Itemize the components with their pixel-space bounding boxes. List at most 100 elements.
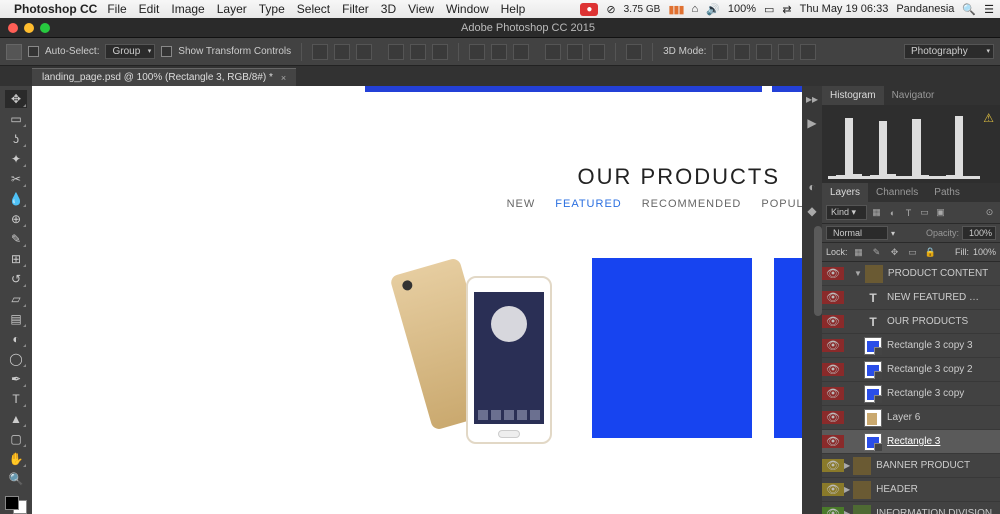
window-minimize-button[interactable] xyxy=(24,23,34,33)
group-disclosure-icon[interactable]: ▶ xyxy=(844,485,850,494)
distribute-right-button[interactable] xyxy=(589,44,605,60)
layer-row[interactable]: 👁Rectangle 3 copy xyxy=(822,382,1000,406)
align-left-edges-button[interactable] xyxy=(388,44,404,60)
fast-user-switch-icon[interactable]: ⇄ xyxy=(782,3,791,16)
3d-slide-button[interactable] xyxy=(778,44,794,60)
layer-name[interactable]: Rectangle 3 copy xyxy=(887,388,1000,399)
document-canvas[interactable]: OUR PRODUCTS NEWFEATUREDRECOMMENDEDPOPUL… xyxy=(32,86,802,514)
menu-file[interactable]: File xyxy=(107,2,126,16)
auto-select-checkbox[interactable] xyxy=(28,46,39,57)
blend-mode-select[interactable]: Normal xyxy=(826,226,888,240)
layer-visibility-toggle[interactable]: 👁 xyxy=(822,339,844,352)
3d-orbit-button[interactable] xyxy=(712,44,728,60)
layer-row[interactable]: 👁▶HEADER xyxy=(822,478,1000,502)
rectangle-tool[interactable]: ▢ xyxy=(5,430,27,448)
layer-row[interactable]: 👁TNEW FEATURED … xyxy=(822,286,1000,310)
histogram-cache-warning-icon[interactable]: ⚠ xyxy=(983,111,994,125)
menu-window[interactable]: Window xyxy=(446,2,489,16)
pen-tool[interactable]: ✒ xyxy=(5,370,27,388)
window-zoom-button[interactable] xyxy=(40,23,50,33)
workspace-switcher[interactable]: Photography xyxy=(904,44,994,59)
menu-type[interactable]: Type xyxy=(259,2,285,16)
layer-visibility-toggle[interactable]: 👁 xyxy=(822,483,844,496)
path-selection-tool[interactable]: ▲ xyxy=(5,410,27,428)
lock-pixels-icon[interactable]: ✎ xyxy=(870,245,884,259)
lasso-tool[interactable]: ʖ xyxy=(5,130,27,148)
move-tool-preset-icon[interactable] xyxy=(6,44,22,60)
crop-tool[interactable]: ✂ xyxy=(5,170,27,188)
layer-name[interactable]: INFORMATION DIVISION xyxy=(876,508,1000,514)
blur-tool[interactable]: ◐ xyxy=(5,330,27,348)
brush-tool[interactable]: ✎ xyxy=(5,230,27,248)
layer-name[interactable]: OUR PRODUCTS xyxy=(887,316,1000,327)
spotlight-icon[interactable]: 🔍 xyxy=(962,3,976,16)
layer-name[interactable]: PRODUCT CONTENT xyxy=(888,268,1000,279)
distribute-hcenter-button[interactable] xyxy=(567,44,583,60)
group-disclosure-icon[interactable]: ▶ xyxy=(844,461,850,470)
zoom-tool[interactable]: 🔍 xyxy=(5,470,27,488)
battery-indicator[interactable]: 100% xyxy=(728,3,756,15)
menu-filter[interactable]: Filter xyxy=(342,2,369,16)
auto-select-type-select[interactable]: Group xyxy=(105,44,155,59)
filter-shape-icon[interactable]: ▭ xyxy=(918,206,931,219)
layer-filter-kind-select[interactable]: Kind ▾ xyxy=(826,205,867,220)
layers-tree[interactable]: 👁 ▼ PRODUCT CONTENT 👁TNEW FEATURED …👁TOUR P… xyxy=(822,262,1000,514)
canvas-area[interactable]: OUR PRODUCTS NEWFEATUREDRECOMMENDEDPOPUL… xyxy=(32,86,802,514)
distribute-vcenter-button[interactable] xyxy=(491,44,507,60)
3d-scale-button[interactable] xyxy=(800,44,816,60)
opacity-input[interactable]: 100% xyxy=(962,226,996,240)
align-right-edges-button[interactable] xyxy=(432,44,448,60)
tab-paths[interactable]: Paths xyxy=(926,183,968,202)
layer-row[interactable]: 👁Rectangle 3 copy 3 xyxy=(822,334,1000,358)
layer-name[interactable]: Rectangle 3 xyxy=(887,436,1000,447)
layer-name[interactable]: NEW FEATURED … xyxy=(887,292,1000,303)
document-tab[interactable]: landing_page.psd @ 100% (Rectangle 3, RG… xyxy=(32,68,296,86)
layer-row[interactable]: 👁▶ INFORMATION DIVISION xyxy=(822,502,1000,514)
layer-visibility-toggle[interactable]: 👁 xyxy=(822,363,844,376)
eraser-tool[interactable]: ▱ xyxy=(5,290,27,308)
layer-row[interactable]: 👁TOUR PRODUCTS xyxy=(822,310,1000,334)
layer-visibility-toggle[interactable]: 👁 xyxy=(822,435,844,448)
type-tool[interactable]: T xyxy=(5,390,27,408)
lock-transparency-icon[interactable]: ▦ xyxy=(852,245,866,259)
layer-visibility-toggle[interactable]: 👁 xyxy=(822,507,844,514)
marquee-tool[interactable]: ▭ xyxy=(5,110,27,128)
move-tool[interactable]: ✥ xyxy=(5,90,27,108)
filter-type-icon[interactable]: T xyxy=(902,206,915,219)
group-disclosure-icon[interactable]: ▼ xyxy=(854,269,862,278)
menu-edit[interactable]: Edit xyxy=(139,2,160,16)
layer-row[interactable]: 👁 Rectangle 3 copy 2 xyxy=(822,358,1000,382)
menu-image[interactable]: Image xyxy=(171,2,204,16)
menu-select[interactable]: Select xyxy=(297,2,330,16)
layer-visibility-toggle[interactable]: 👁 xyxy=(822,291,844,304)
menu-layer[interactable]: Layer xyxy=(217,2,247,16)
lock-artboard-icon[interactable]: ▭ xyxy=(906,245,920,259)
menubar-user[interactable]: Pandanesia xyxy=(896,3,954,15)
align-bottom-edges-button[interactable] xyxy=(356,44,372,60)
dodge-tool[interactable]: ◯ xyxy=(5,350,27,368)
3d-pan-button[interactable] xyxy=(756,44,772,60)
fill-input[interactable]: 100% xyxy=(973,247,996,257)
hand-tool[interactable]: ✋ xyxy=(5,450,27,468)
lock-position-icon[interactable]: ✥ xyxy=(888,245,902,259)
eyedropper-tool[interactable]: 💧 xyxy=(5,190,27,208)
layer-row[interactable]: 👁Layer 6 xyxy=(822,406,1000,430)
gradient-tool[interactable]: ▤ xyxy=(5,310,27,328)
filter-smart-icon[interactable]: ▣ xyxy=(934,206,947,219)
align-vertical-centers-button[interactable] xyxy=(334,44,350,60)
layer-visibility-toggle[interactable]: 👁 xyxy=(822,267,844,280)
layer-row[interactable]: 👁 ▼ PRODUCT CONTENT xyxy=(822,262,1000,286)
group-disclosure-icon[interactable]: ▶ xyxy=(844,509,850,514)
screen-record-indicator[interactable]: ● xyxy=(580,3,598,16)
layer-row[interactable]: 👁▶BANNER PRODUCT xyxy=(822,454,1000,478)
volume-icon[interactable]: 🔊 xyxy=(706,3,720,16)
layer-name[interactable]: Rectangle 3 copy 2 xyxy=(887,364,1000,375)
align-horizontal-centers-button[interactable] xyxy=(410,44,426,60)
magic-wand-tool[interactable]: ✦ xyxy=(5,150,27,168)
history-brush-tool[interactable]: ↺ xyxy=(5,270,27,288)
layer-name[interactable]: Layer 6 xyxy=(887,412,1000,423)
window-close-button[interactable] xyxy=(8,23,18,33)
tab-layers[interactable]: Layers xyxy=(822,183,868,202)
menubar-datetime[interactable]: Thu May 19 06:33 xyxy=(800,3,889,15)
align-top-edges-button[interactable] xyxy=(312,44,328,60)
